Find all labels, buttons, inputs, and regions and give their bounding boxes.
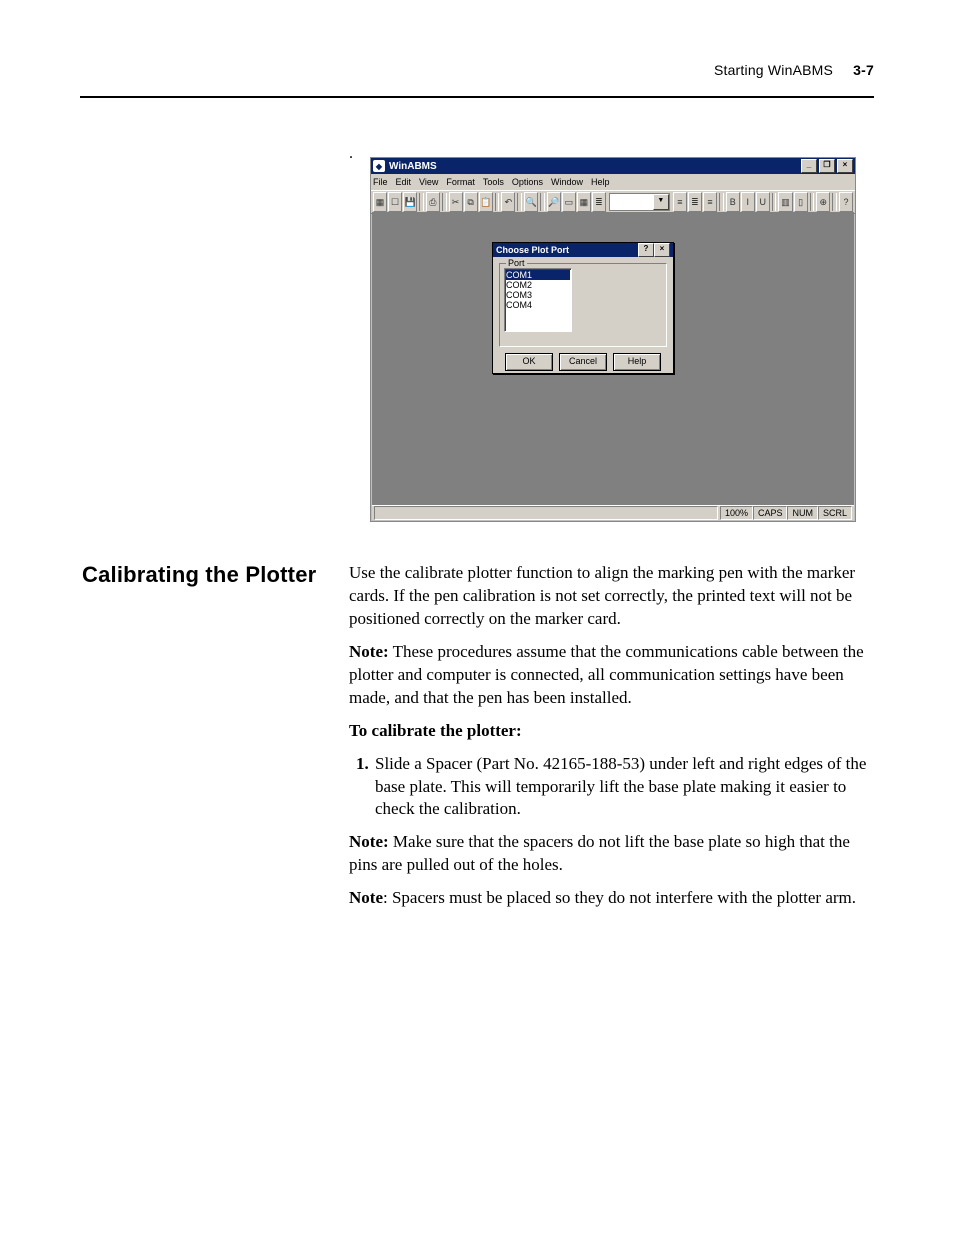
note-2: Note: Make sure that the spacers do not … bbox=[349, 831, 875, 877]
minimize-button[interactable]: _ bbox=[801, 159, 817, 173]
statusbar: 100% CAPS NUM SCRL bbox=[372, 505, 854, 520]
dialog-body: Port COM1 COM2 COM3 COM4 OK Cancel Help bbox=[493, 257, 673, 375]
figure-lead-dot: . bbox=[349, 145, 353, 163]
menu-help[interactable]: Help bbox=[591, 177, 610, 187]
paste-icon[interactable]: 📋 bbox=[479, 192, 493, 212]
cut-icon[interactable]: ✂ bbox=[449, 192, 463, 212]
port-listbox[interactable]: COM1 COM2 COM3 COM4 bbox=[504, 268, 572, 332]
restore-button[interactable]: ❐ bbox=[819, 159, 835, 173]
zoom-in-icon[interactable]: 🔍 bbox=[524, 192, 538, 212]
statusbar-message bbox=[374, 506, 718, 520]
calibrate-icon[interactable]: ⊕ bbox=[816, 192, 830, 212]
menu-file[interactable]: File bbox=[373, 177, 388, 187]
note-label: Note bbox=[349, 888, 383, 907]
side-heading: Calibrating the Plotter bbox=[82, 562, 316, 588]
dialog-close-button[interactable]: × bbox=[654, 243, 670, 257]
font-combo[interactable]: ▼ bbox=[609, 193, 670, 211]
chevron-down-icon: ▼ bbox=[653, 194, 669, 210]
dialog-buttons: OK Cancel Help bbox=[499, 353, 667, 371]
page-icon[interactable]: ▯ bbox=[794, 192, 808, 212]
toolbar-separator bbox=[719, 193, 724, 211]
new-doc-icon[interactable]: ▦ bbox=[373, 192, 387, 212]
open-doc-icon[interactable]: ☐ bbox=[388, 192, 402, 212]
menu-view[interactable]: View bbox=[419, 177, 438, 187]
undo-icon[interactable]: ↶ bbox=[501, 192, 515, 212]
save-doc-icon[interactable]: 💾 bbox=[403, 192, 417, 212]
note-text: Make sure that the spacers do not lift t… bbox=[349, 832, 850, 874]
port-option-com2[interactable]: COM2 bbox=[506, 280, 570, 290]
menu-tools[interactable]: Tools bbox=[483, 177, 504, 187]
note-text: These procedures assume that the communi… bbox=[349, 642, 864, 707]
running-head: Starting WinABMS 3-7 bbox=[714, 62, 874, 78]
procedure-title: To calibrate the plotter: bbox=[349, 720, 875, 743]
close-button[interactable]: × bbox=[837, 159, 853, 173]
grid2-icon[interactable]: ▥ bbox=[778, 192, 792, 212]
app-logo-icon: ◆ bbox=[373, 160, 385, 172]
status-scrl: SCRL bbox=[818, 506, 852, 520]
copy-icon[interactable]: ⧉ bbox=[464, 192, 478, 212]
note-label: Note: bbox=[349, 832, 389, 851]
running-title: Starting WinABMS bbox=[714, 62, 833, 78]
toolbar-separator bbox=[442, 193, 447, 211]
underline-icon[interactable]: U bbox=[756, 192, 770, 212]
align-right-icon[interactable]: ≡ bbox=[703, 192, 717, 212]
menu-options[interactable]: Options bbox=[512, 177, 543, 187]
page-number: 3-7 bbox=[853, 62, 874, 78]
note-text: : Spacers must be placed so they do not … bbox=[383, 888, 856, 907]
titlebar: ◆ WinABMS _ ❐ × bbox=[371, 158, 855, 174]
mdi-client-area: Choose Plot Port ? × Port COM1 COM2 COM3… bbox=[372, 212, 854, 505]
note-1: Note: These procedures assume that the c… bbox=[349, 641, 875, 710]
menu-format[interactable]: Format bbox=[446, 177, 475, 187]
menubar: File Edit View Format Tools Options Wind… bbox=[371, 174, 855, 190]
note-label: Note: bbox=[349, 642, 389, 661]
dialog-title: Choose Plot Port bbox=[496, 245, 569, 255]
align-center-icon[interactable]: ≣ bbox=[688, 192, 702, 212]
port-group: Port COM1 COM2 COM3 COM4 bbox=[499, 263, 667, 347]
bold-icon[interactable]: B bbox=[726, 192, 740, 212]
app-title: WinABMS bbox=[389, 161, 437, 172]
header-rule bbox=[80, 96, 874, 98]
align-icon[interactable]: ≣ bbox=[592, 192, 606, 212]
app-window: ◆ WinABMS _ ❐ × File Edit View Format To… bbox=[370, 157, 856, 522]
help-icon[interactable]: ? bbox=[839, 192, 853, 212]
port-option-com1[interactable]: COM1 bbox=[506, 270, 570, 280]
body-column: Use the calibrate plotter function to al… bbox=[349, 562, 875, 920]
port-option-com3[interactable]: COM3 bbox=[506, 290, 570, 300]
status-num: NUM bbox=[787, 506, 818, 520]
italic-icon[interactable]: I bbox=[741, 192, 755, 212]
port-group-label: Port bbox=[506, 258, 527, 268]
toolbar: ▦ ☐ 💾 ⎙ ✂ ⧉ 📋 ↶ 🔍 🔎 ▭ ▦ ≣ ▼ ≡ ≣ ≡ B bbox=[371, 190, 855, 214]
toolbar-separator bbox=[772, 193, 777, 211]
intro-paragraph: Use the calibrate plotter function to al… bbox=[349, 562, 875, 631]
dialog-help-button[interactable]: ? bbox=[638, 243, 654, 257]
port-option-com4[interactable]: COM4 bbox=[506, 300, 570, 310]
toolbar-separator bbox=[419, 193, 424, 211]
fit-icon[interactable]: ▭ bbox=[562, 192, 576, 212]
dialog-titlebar: Choose Plot Port ? × bbox=[493, 243, 673, 257]
cancel-button[interactable]: Cancel bbox=[559, 353, 607, 371]
note-3: Note: Spacers must be placed so they do … bbox=[349, 887, 875, 910]
align-left-icon[interactable]: ≡ bbox=[673, 192, 687, 212]
page: Starting WinABMS 3-7 . ◆ WinABMS _ ❐ × F… bbox=[0, 0, 954, 1235]
ok-button[interactable]: OK bbox=[505, 353, 553, 371]
status-caps: CAPS bbox=[753, 506, 788, 520]
procedure-list: Slide a Spacer (Part No. 42165-188-53) u… bbox=[373, 753, 875, 822]
step-1-text: Slide a Spacer (Part No. 42165-188-53) u… bbox=[375, 754, 866, 819]
choose-plot-port-dialog: Choose Plot Port ? × Port COM1 COM2 COM3… bbox=[492, 242, 674, 374]
menu-edit[interactable]: Edit bbox=[396, 177, 412, 187]
toolbar-separator bbox=[495, 193, 500, 211]
toolbar-separator bbox=[810, 193, 815, 211]
print-icon[interactable]: ⎙ bbox=[426, 192, 440, 212]
toolbar-separator bbox=[832, 193, 837, 211]
help-button[interactable]: Help bbox=[613, 353, 661, 371]
grid-icon[interactable]: ▦ bbox=[577, 192, 591, 212]
step-1: Slide a Spacer (Part No. 42165-188-53) u… bbox=[373, 753, 875, 822]
zoom-out-icon[interactable]: 🔎 bbox=[547, 192, 561, 212]
status-zoom: 100% bbox=[720, 506, 753, 520]
toolbar-separator bbox=[540, 193, 545, 211]
toolbar-separator bbox=[517, 193, 522, 211]
menu-window[interactable]: Window bbox=[551, 177, 583, 187]
